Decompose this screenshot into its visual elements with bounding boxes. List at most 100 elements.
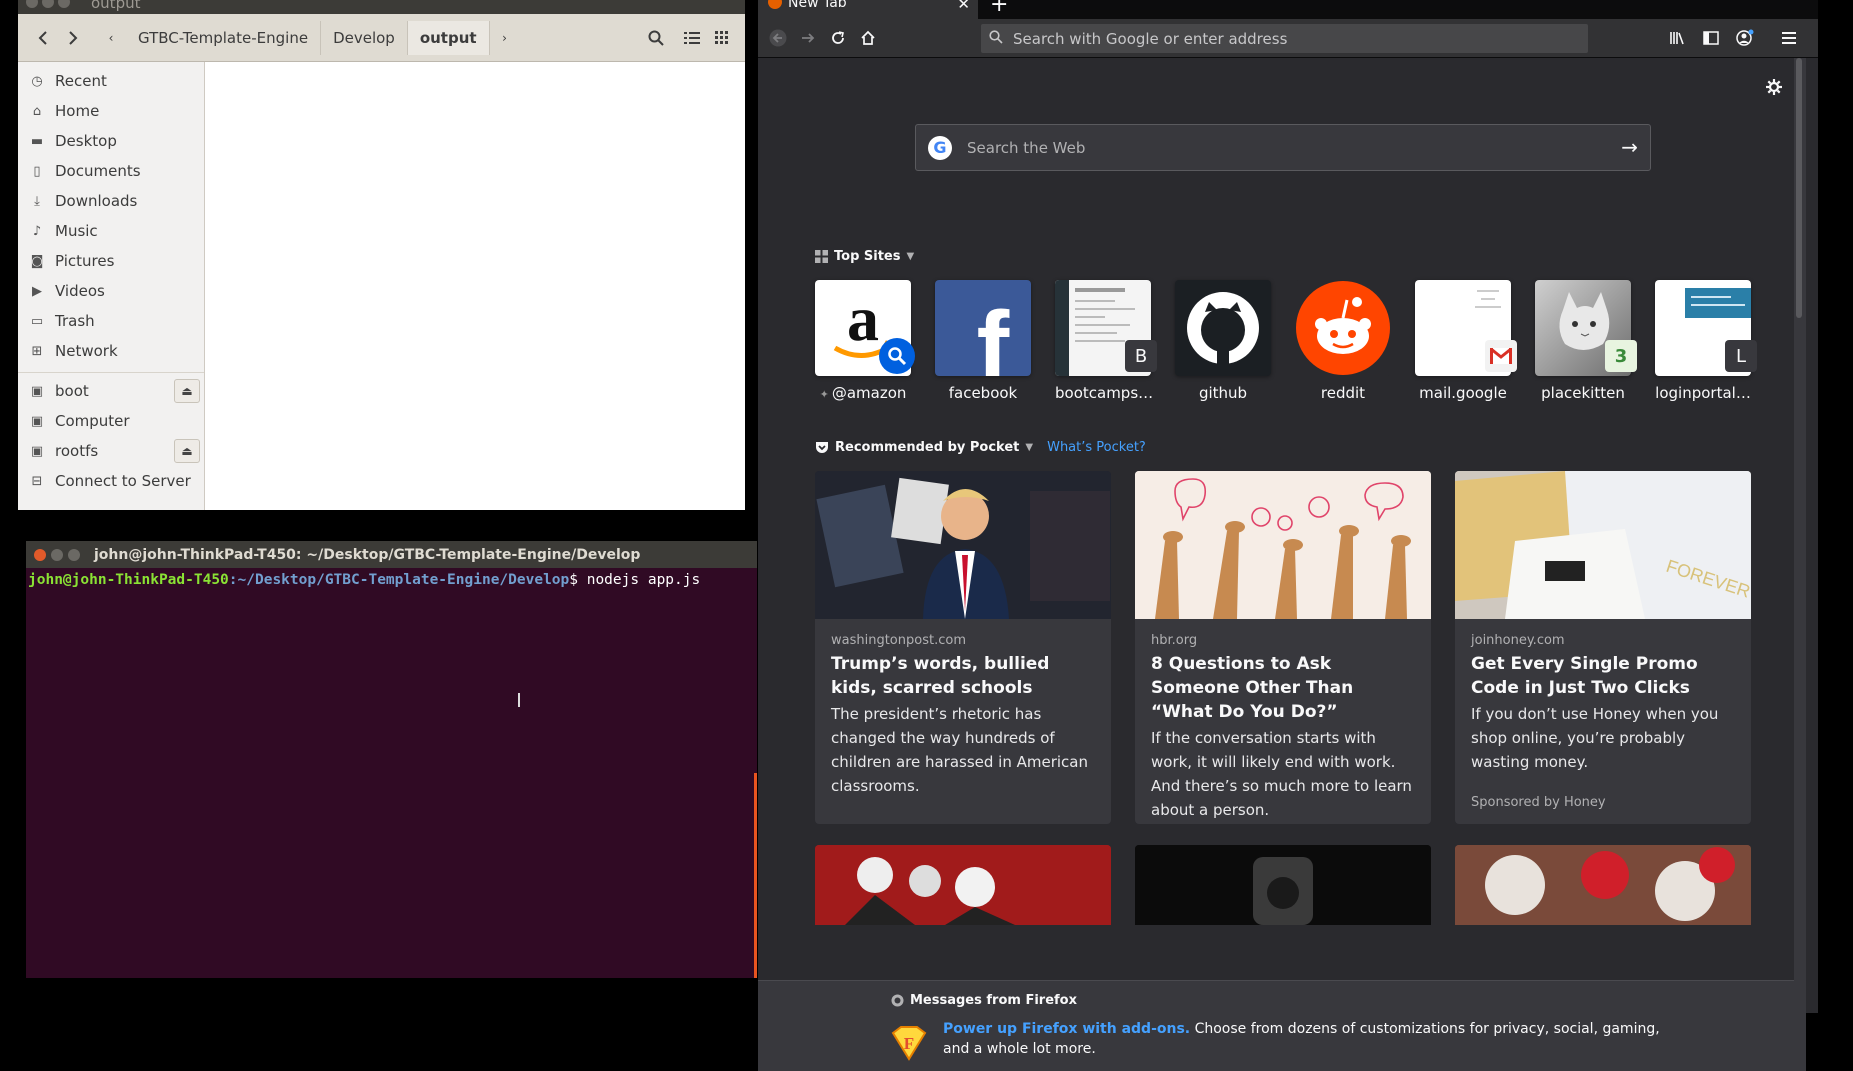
- eject-button[interactable]: ⏏: [174, 379, 200, 403]
- sidebar-item-documents[interactable]: ▯ Documents: [18, 156, 204, 186]
- sidebar-item-home[interactable]: ⌂ Home: [18, 96, 204, 126]
- chevron-down-icon[interactable]: ▼: [1025, 442, 1033, 453]
- top-site-reddit[interactable]: reddit: [1295, 280, 1391, 402]
- breadcrumb-item[interactable]: GTBC-Template-Engine: [126, 20, 322, 55]
- video-icon: ▶: [32, 283, 42, 299]
- search-shortcut-icon: [879, 338, 915, 374]
- grid-view-button[interactable]: [707, 22, 737, 54]
- scrollbar-thumb[interactable]: [1796, 58, 1802, 318]
- close-window-button[interactable]: [26, 0, 38, 8]
- whats-pocket-link[interactable]: What’s Pocket?: [1047, 440, 1146, 455]
- story-image: [815, 471, 1111, 619]
- story-source: joinhoney.com: [1471, 633, 1565, 648]
- top-site-mail-google[interactable]: mail.google: [1415, 280, 1517, 402]
- web-search-input[interactable]: G Search the Web →: [915, 124, 1651, 171]
- story-title: Trump’s words, bullied kids, scarred sch…: [831, 654, 1050, 698]
- maximize-window-button[interactable]: [58, 0, 70, 8]
- customize-settings-gear-icon[interactable]: [1765, 78, 1783, 101]
- download-icon: ⤓: [34, 193, 40, 209]
- power-up-addons-link[interactable]: Power up Firefox with add-ons.: [943, 1021, 1190, 1037]
- terminal-output[interactable]: john@john-ThinkPad-T450:~/Desktop/GTBC-T…: [26, 568, 757, 592]
- home-button[interactable]: [853, 23, 883, 53]
- messages-heading: Messages from Firefox: [910, 993, 1077, 1008]
- sidebar-item-network[interactable]: ⊞ Network: [18, 336, 204, 366]
- drive-icon: ▣: [30, 443, 44, 459]
- breadcrumb-scroll-right[interactable]: ›: [490, 22, 520, 54]
- sidebar-item-label: Pictures: [55, 252, 115, 270]
- breadcrumb-item-current[interactable]: output: [407, 20, 490, 55]
- tab-new-tab[interactable]: New Tab ✕: [758, 0, 978, 19]
- list-view-button[interactable]: [677, 22, 707, 54]
- sidebar-item-trash[interactable]: ▭ Trash: [18, 306, 204, 336]
- back-button[interactable]: [763, 23, 793, 53]
- new-tab-page: G Search the Web → Top Sites ▼ a ✦ @amazo…: [758, 58, 1806, 1071]
- minimize-window-button[interactable]: [42, 0, 54, 8]
- story-card[interactable]: FOREVER 21 joinhoney.com Get Every Singl…: [1455, 471, 1751, 824]
- breadcrumb-scroll-left[interactable]: ‹: [96, 22, 126, 54]
- maximize-window-button[interactable]: [68, 548, 80, 561]
- top-site-bootcamps[interactable]: B bootcamps…: [1055, 280, 1157, 402]
- close-window-button[interactable]: [34, 548, 46, 561]
- top-site-label: @amazon: [831, 384, 907, 402]
- address-bar[interactable]: Search with Google or enter address: [981, 24, 1588, 53]
- new-tab-button[interactable]: +: [990, 0, 1008, 17]
- back-button[interactable]: [28, 22, 58, 54]
- sidebar-item-boot[interactable]: ▣ boot ⏏: [18, 376, 204, 406]
- account-button[interactable]: [1730, 23, 1760, 53]
- reload-button[interactable]: [823, 23, 853, 53]
- top-site-amazon[interactable]: a ✦ @amazon: [815, 280, 915, 402]
- sidebar-item-label: Music: [55, 222, 98, 240]
- terminal-window[interactable]: john@john-ThinkPad-T450: ~/Desktop/GTBC-…: [26, 541, 757, 978]
- navigation-toolbar: Search with Google or enter address: [758, 19, 1818, 58]
- svg-text:a: a: [847, 283, 879, 354]
- top-site-github[interactable]: github: [1175, 280, 1271, 402]
- pocket-heading[interactable]: Recommended by Pocket: [835, 440, 1019, 455]
- sidebar-item-downloads[interactable]: ⤓ Downloads: [18, 186, 204, 216]
- sidebar-item-computer[interactable]: ▣ Computer: [18, 406, 204, 436]
- sidebar-item-label: Desktop: [55, 132, 117, 150]
- menu-button[interactable]: [1774, 23, 1804, 53]
- tab-bar: New Tab ✕ +: [758, 0, 1818, 19]
- sidebar-item-connect-to-server[interactable]: ⊟ Connect to Server: [18, 466, 204, 496]
- page-scrollbar[interactable]: [1794, 58, 1806, 1013]
- sidebar-item-label: Videos: [55, 282, 105, 300]
- grid-icon: [715, 30, 728, 44]
- file-view-area[interactable]: [207, 62, 745, 510]
- terminal-command: $ nodejs app.js: [569, 572, 701, 588]
- story-card[interactable]: [815, 845, 1111, 925]
- top-site-label: github: [1198, 384, 1248, 402]
- top-site-loginportal[interactable]: L loginportal…: [1655, 280, 1757, 402]
- sidebar-item-videos[interactable]: ▶ Videos: [18, 276, 204, 306]
- minimize-window-button[interactable]: [51, 548, 63, 561]
- library-button[interactable]: [1662, 23, 1692, 53]
- file-manager-titlebar: output: [18, 0, 745, 14]
- sidebar-item-recent[interactable]: ◷ Recent: [18, 66, 204, 96]
- top-site-facebook[interactable]: f facebook: [935, 280, 1031, 402]
- close-tab-button[interactable]: ✕: [957, 0, 970, 13]
- story-card[interactable]: hbr.org 8 Questions to Ask Someone Other…: [1135, 471, 1431, 824]
- sidebar-item-label: rootfs: [55, 442, 99, 460]
- terminal-titlebar: john@john-ThinkPad-T450: ~/Desktop/GTBC-…: [26, 541, 757, 568]
- forward-button[interactable]: [793, 23, 823, 53]
- story-card[interactable]: [1135, 845, 1431, 925]
- terminal-scrollbar[interactable]: [754, 773, 757, 978]
- top-sites-header[interactable]: Top Sites ▼: [815, 249, 914, 264]
- sidebar-item-desktop[interactable]: ▬ Desktop: [18, 126, 204, 156]
- sidebar-item-label: Connect to Server: [55, 472, 191, 490]
- top-site-placekitten[interactable]: 3 placekitten: [1535, 280, 1637, 402]
- back-arrow-icon: [769, 29, 787, 47]
- story-card[interactable]: washingtonpost.com Trump’s words, bullie…: [815, 471, 1111, 824]
- sidebar-item-pictures[interactable]: ◙ Pictures: [18, 246, 204, 276]
- breadcrumb-item[interactable]: Develop: [321, 20, 408, 55]
- pocket-stories: washingtonpost.com Trump’s words, bullie…: [815, 471, 1751, 824]
- sidebar-button[interactable]: [1696, 23, 1726, 53]
- eject-button[interactable]: ⏏: [174, 439, 200, 463]
- search-submit-arrow-icon[interactable]: →: [1621, 135, 1638, 159]
- story-card[interactable]: [1455, 845, 1751, 925]
- network-icon: ⊞: [31, 343, 43, 359]
- forward-button[interactable]: [58, 22, 88, 54]
- top-site-label: placekitten: [1541, 384, 1625, 402]
- sidebar-item-rootfs[interactable]: ▣ rootfs ⏏: [18, 436, 204, 466]
- sidebar-item-music[interactable]: ♪ Music: [18, 216, 204, 246]
- search-button[interactable]: [641, 22, 671, 54]
